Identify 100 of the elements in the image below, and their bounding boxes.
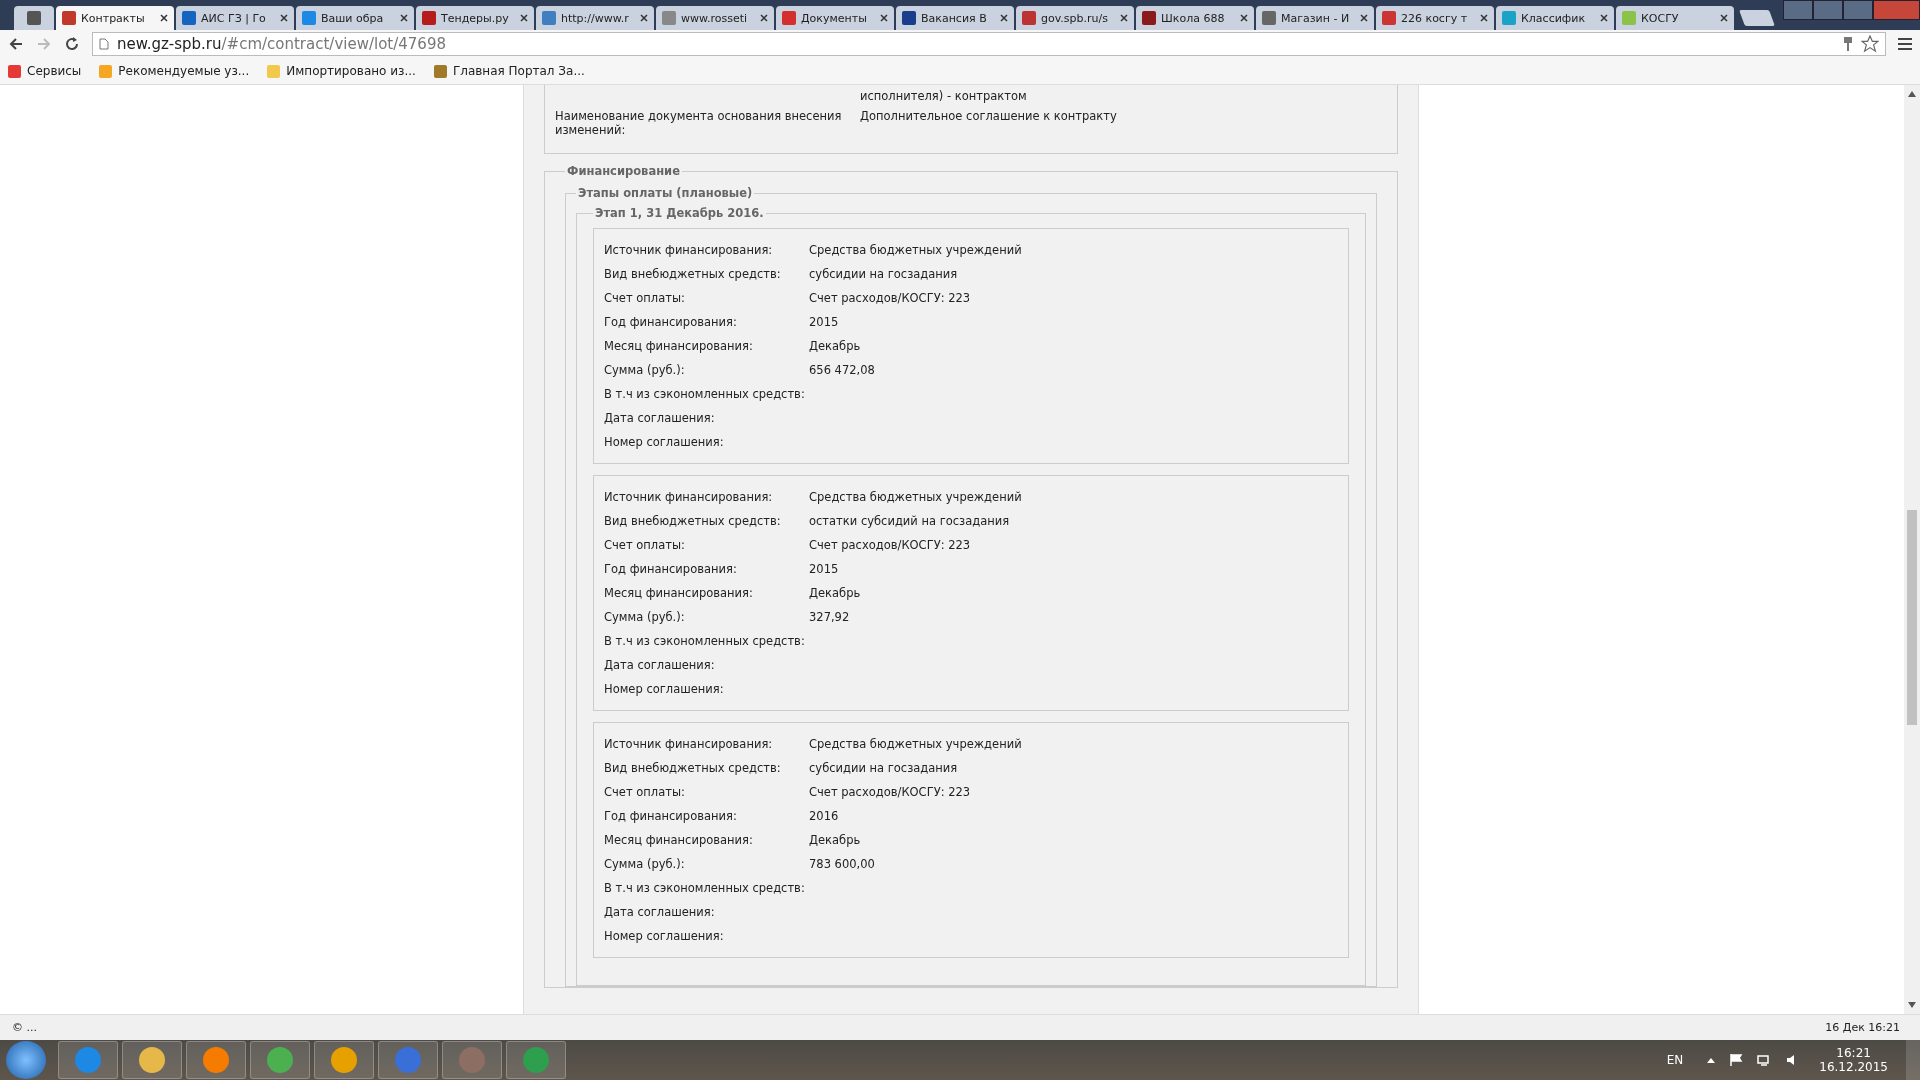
field-value: 2016 [809, 809, 839, 823]
status-time: 16 Дек 16:21 [1825, 1021, 1900, 1034]
browser-tab[interactable]: www.rosseti [656, 6, 774, 30]
close-icon[interactable] [1720, 14, 1728, 22]
scrollbar[interactable] [1904, 85, 1920, 1014]
field-label: Месяц финансирования: [604, 339, 754, 353]
field-label: Счет оплаты: [604, 538, 686, 552]
close-button[interactable] [1873, 0, 1920, 20]
field-label: В т.ч из сэкономленных средств: [604, 634, 806, 648]
back-icon[interactable] [8, 36, 24, 52]
key-icon[interactable] [1843, 36, 1853, 52]
browser-tab[interactable]: АИС ГЗ | Го [176, 6, 294, 30]
field-label: Дата соглашения: [604, 905, 716, 919]
field-label: Год финансирования: [604, 562, 738, 576]
site-icon [1022, 11, 1036, 25]
scrollbar-thumb[interactable] [1907, 510, 1917, 725]
scroll-up-icon[interactable] [1908, 91, 1916, 97]
bookmark-icon [267, 64, 281, 78]
site-icon [182, 11, 196, 25]
field-label: Сумма (руб.): [604, 363, 686, 377]
close-icon[interactable] [1360, 14, 1368, 22]
section-legend: Финансирование [565, 164, 682, 178]
bookmark[interactable]: Рекомендуемые уз... [99, 64, 250, 78]
field-value: Декабрь [809, 833, 861, 847]
field-label: Дата соглашения: [604, 411, 716, 425]
field-value: остатки субсидий на госзадания [809, 514, 1010, 528]
taskbar-app-icon[interactable] [122, 1041, 182, 1079]
page-icon [99, 38, 109, 50]
field-value: Средства бюджетных учреждений [809, 243, 1022, 257]
browser-tab[interactable]: Контракты [56, 6, 174, 30]
field-value: Средства бюджетных учреждений [809, 737, 1022, 751]
new-tab-button[interactable] [1739, 10, 1775, 26]
close-icon[interactable] [1000, 14, 1008, 22]
field-label: Месяц финансирования: [604, 586, 754, 600]
address-bar[interactable]: new.gz-spb.ru/#cm/contract/view/lot/47698 [92, 32, 1886, 56]
browser-tab[interactable]: Классифик [1496, 6, 1614, 30]
bookmark[interactable]: Импортировано из... [267, 64, 416, 78]
browser-tab[interactable]: http://www.r [536, 6, 654, 30]
browser-tab[interactable]: gov.spb.ru/s [1016, 6, 1134, 30]
field-value: Декабрь [809, 586, 861, 600]
site-icon [1142, 11, 1156, 25]
browser-tab[interactable]: 226 косгу т [1376, 6, 1494, 30]
field-label: Сумма (руб.): [604, 610, 686, 624]
bookmark-icon [433, 64, 447, 78]
field-value: субсидии на госзадания [809, 761, 958, 775]
site-icon [902, 11, 916, 25]
section-legend: Этап 1, 31 Декабрь 2016. [593, 206, 766, 220]
minimize-button[interactable] [1813, 0, 1843, 20]
maximize-button[interactable] [1843, 0, 1873, 20]
field-label: Сумма (руб.): [604, 857, 686, 871]
close-icon[interactable] [1240, 14, 1248, 22]
close-icon[interactable] [880, 14, 888, 22]
menu-icon[interactable] [1898, 38, 1912, 50]
clock[interactable]: 16:21 16.12.2015 [1819, 1046, 1888, 1074]
network-icon[interactable] [1757, 1053, 1772, 1067]
start-button[interactable] [6, 1041, 46, 1079]
field-value: Счет расходов/КОСГУ: 223 [809, 785, 971, 799]
close-icon[interactable] [160, 14, 168, 22]
field-label: Номер соглашения: [604, 435, 725, 449]
field-value: 783 600,00 [809, 857, 875, 871]
close-icon[interactable] [640, 14, 648, 22]
star-icon[interactable] [1861, 35, 1879, 53]
site-icon [782, 11, 796, 25]
field-value: Средства бюджетных учреждений [809, 490, 1022, 504]
field-label: Вид внебюджетных средств: [604, 514, 782, 528]
browser-tab[interactable]: Магазин - И [1256, 6, 1374, 30]
status-text: © ... [12, 1021, 37, 1034]
site-icon [27, 11, 41, 25]
site-icon [422, 11, 436, 25]
close-icon[interactable] [760, 14, 768, 22]
browser-tab[interactable] [14, 6, 54, 30]
field-label: Источник финансирования: [604, 737, 774, 751]
bookmark[interactable]: Главная Портал За... [433, 64, 585, 78]
browser-tab[interactable]: Вакансия В [896, 6, 1014, 30]
browser-tab[interactable]: Тендеры.ру [416, 6, 534, 30]
reload-icon[interactable] [64, 36, 80, 52]
browser-tab[interactable]: Школа 688 [1136, 6, 1254, 30]
flag-icon[interactable] [1729, 1053, 1744, 1067]
tray-arrow-icon[interactable] [1707, 1057, 1716, 1063]
browser-tab[interactable]: Ваши обра [296, 6, 414, 30]
field-value: Счет расходов/КОСГУ: 223 [809, 538, 971, 552]
field-value: Декабрь [809, 339, 861, 353]
close-icon[interactable] [400, 14, 408, 22]
scroll-down-icon[interactable] [1908, 1002, 1916, 1008]
user-button[interactable] [1783, 0, 1813, 20]
close-icon[interactable] [520, 14, 528, 22]
field-label: Счет оплаты: [604, 785, 686, 799]
browser-tab[interactable]: КОСГУ [1616, 6, 1734, 30]
site-icon [542, 11, 556, 25]
field-label: Дата соглашения: [604, 658, 716, 672]
field-label: Вид внебюджетных средств: [604, 267, 782, 281]
close-icon[interactable] [1480, 14, 1488, 22]
field-value: 327,92 [809, 610, 850, 624]
language-indicator[interactable]: EN [1666, 1053, 1684, 1067]
bookmark[interactable]: Сервисы [8, 64, 82, 78]
close-icon[interactable] [280, 14, 288, 22]
taskbar-app-icon[interactable] [314, 1041, 374, 1079]
browser-tab[interactable]: Документы [776, 6, 894, 30]
close-icon[interactable] [1120, 14, 1128, 22]
close-icon[interactable] [1600, 14, 1608, 22]
